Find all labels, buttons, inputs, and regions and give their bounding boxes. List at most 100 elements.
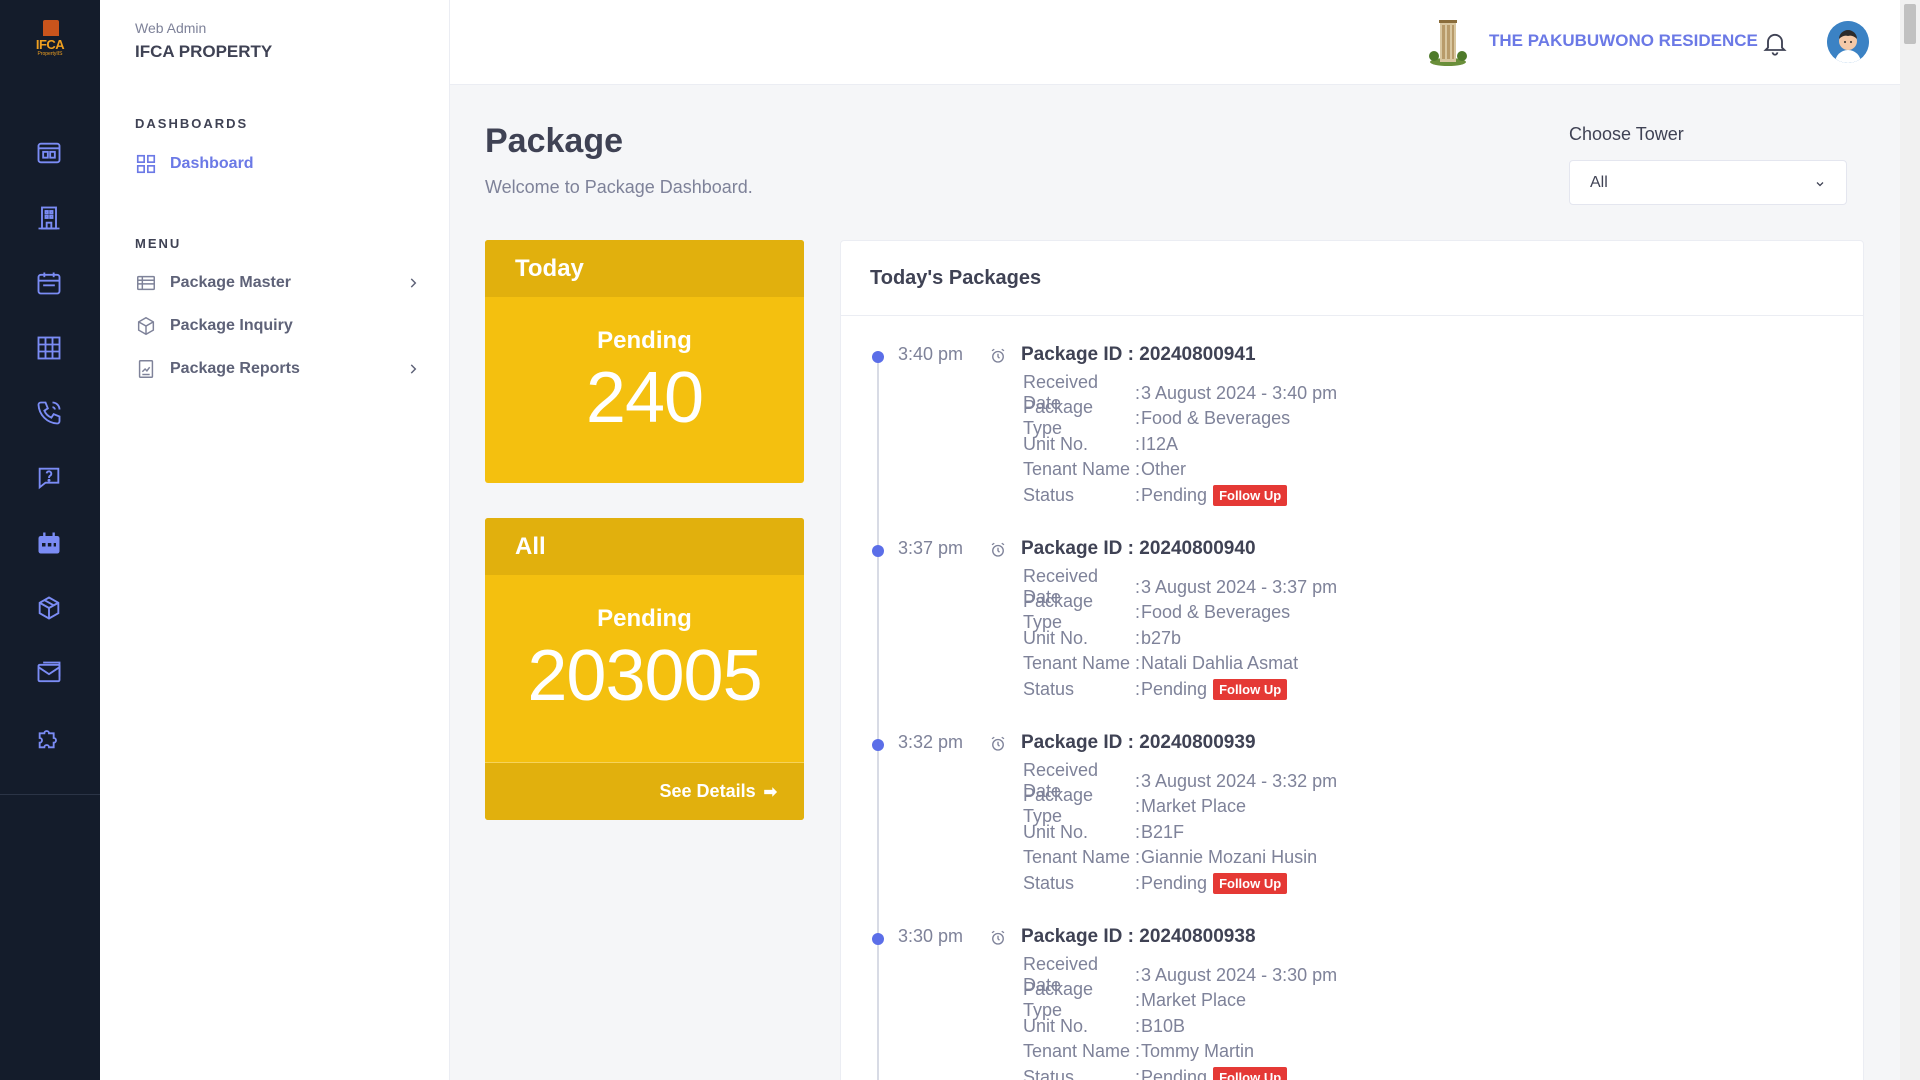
field-label: Tenant Name [1023, 1040, 1131, 1061]
panel-title: Today's Packages [870, 267, 1042, 289]
ifca-logo[interactable]: IFCA PropertyIIS [32, 20, 68, 60]
package-field-type: Package Type: Market Place [1023, 979, 1246, 1020]
calendar-event-icon[interactable] [34, 528, 64, 558]
field-value: 3 August 2024 - 3:40 pm [1141, 382, 1338, 403]
package-id[interactable]: Package ID : 20240800939 [1021, 732, 1256, 754]
field-value: Tommy Martin [1141, 1040, 1255, 1061]
timeline-dot [872, 933, 884, 945]
field-value: 3 August 2024 - 3:37 pm [1141, 576, 1338, 597]
field-value: Giannie Mozani Husin [1141, 846, 1318, 867]
field-value: Pending [1141, 484, 1208, 505]
sidebar-item-dashboard[interactable]: Dashboard [135, 150, 420, 178]
user-avatar-icon[interactable] [1827, 21, 1869, 63]
sidebar-item-package-reports[interactable]: Package Reports [135, 355, 420, 383]
follow-up-badge[interactable]: Follow Up [1213, 678, 1288, 700]
logo-building-icon [43, 20, 59, 36]
follow-up-badge[interactable]: Follow Up [1213, 872, 1288, 894]
sidebar-item-package-master[interactable]: Package Master [135, 269, 420, 297]
sidebar-item-label: Package Inquiry [170, 317, 293, 334]
timeline-dot [872, 545, 884, 557]
timeline-dot [872, 739, 884, 751]
package-field-type: Package Type: Food & Beverages [1023, 591, 1290, 632]
field-value: Pending [1141, 872, 1208, 893]
sidebar-item-label: Package Master [170, 274, 291, 291]
side-menu: Web Admin IFCA PROPERTY DASHBOARDS Dashb… [100, 0, 450, 1080]
field-value: Pending [1141, 678, 1208, 699]
tower-select-value: All [1590, 173, 1608, 191]
sidebar-item-package-inquiry[interactable]: Package Inquiry [135, 312, 420, 340]
all-pending-count: 203005 [527, 636, 762, 716]
panel-divider [841, 315, 1863, 316]
help-icon[interactable] [34, 463, 64, 493]
timeline-dot [872, 351, 884, 363]
alarm-clock-icon [989, 541, 1007, 559]
logo-subtext: PropertyIIS [37, 51, 63, 57]
calendar-icon[interactable] [34, 268, 64, 298]
sidebar-item-label: Package Reports [170, 360, 300, 377]
report-icon [135, 358, 157, 380]
package-id[interactable]: Package ID : 20240800938 [1021, 926, 1256, 948]
field-value: Natali Dahlia Asmat [1141, 652, 1299, 673]
package-time: 3:40 pm [898, 344, 964, 364]
follow-up-badge[interactable]: Follow Up [1213, 1066, 1288, 1080]
field-value: Pending [1141, 1066, 1208, 1080]
field-value: Market Place [1141, 795, 1247, 816]
tower-select[interactable]: All [1569, 160, 1847, 205]
field-label: Tenant Name [1023, 652, 1131, 673]
page-title: Package [485, 122, 623, 160]
see-details-link[interactable]: See Details ➡ [485, 762, 804, 820]
package-time: 3:30 pm [898, 926, 964, 946]
alarm-clock-icon [989, 929, 1007, 947]
package-field-unit: Unit No.: I12A [1023, 433, 1178, 455]
field-value: B21F [1141, 821, 1185, 842]
dashboard-icon[interactable] [34, 138, 64, 168]
field-value: I12A [1141, 433, 1179, 454]
puzzle-icon[interactable] [34, 723, 64, 753]
field-label: Unit No. [1023, 1015, 1089, 1036]
residence-building-icon [1427, 18, 1469, 66]
today-pending-count: 240 [585, 358, 704, 438]
dashboards-section-label: DASHBOARDS [135, 116, 249, 131]
field-label: Tenant Name [1023, 846, 1131, 867]
package-field-type: Package Type: Market Place [1023, 785, 1247, 826]
package-id[interactable]: Package ID : 20240800941 [1021, 344, 1256, 366]
package-field-tenant: Tenant Name: Giannie Mozani Husin [1023, 846, 1317, 868]
package-field-unit: Unit No.: b27b [1023, 627, 1181, 649]
field-label: Status [1023, 872, 1075, 893]
today-pending-label: Pending [597, 327, 692, 354]
menu-section-label: MENU [135, 236, 182, 251]
bell-icon[interactable] [1761, 29, 1789, 57]
package-icon[interactable] [34, 593, 64, 623]
mail-icon[interactable] [34, 658, 64, 688]
phone-icon[interactable] [34, 398, 64, 428]
all-card-title: All [485, 518, 804, 575]
arrow-right-icon: ➡ [763, 783, 777, 801]
field-value: 3 August 2024 - 3:30 pm [1141, 964, 1338, 985]
package-field-unit: Unit No.: B21F [1023, 821, 1184, 843]
package-field-status: Status: Pending Follow Up [1023, 1066, 1288, 1080]
follow-up-badge[interactable]: Follow Up [1213, 484, 1288, 506]
box-icon [135, 315, 157, 337]
scrollbar-thumb[interactable] [1904, 4, 1916, 44]
field-label: Unit No. [1023, 627, 1089, 648]
list-icon [135, 272, 157, 294]
chevron-down-icon [1814, 177, 1826, 189]
field-label: Status [1023, 678, 1075, 699]
building-icon[interactable] [34, 203, 64, 233]
field-value: B10B [1141, 1015, 1186, 1036]
page-scrollbar[interactable] [1900, 0, 1920, 1080]
choose-tower-label: Choose Tower [1569, 124, 1684, 144]
package-field-tenant: Tenant Name: Natali Dahlia Asmat [1023, 652, 1298, 674]
field-value: 3 August 2024 - 3:32 pm [1141, 770, 1338, 791]
package-id[interactable]: Package ID : 20240800940 [1021, 538, 1256, 560]
icon-rail: IFCA PropertyIIS [0, 0, 100, 1080]
package-field-type: Package Type: Food & Beverages [1023, 397, 1290, 438]
residence-name[interactable]: THE PAKUBUWONO RESIDENCE [1489, 31, 1758, 51]
package-timeline-item: 3:37 pm Package ID : 20240800940 Received … [841, 538, 1841, 728]
package-field-unit: Unit No.: B10B [1023, 1015, 1185, 1037]
package-field-status: Status: Pending Follow Up [1023, 678, 1288, 700]
chevron-right-icon [406, 276, 420, 290]
top-header: THE PAKUBUWONO RESIDENCE [450, 0, 1900, 85]
grid-icon[interactable] [34, 333, 64, 363]
field-value: Other [1141, 458, 1187, 479]
